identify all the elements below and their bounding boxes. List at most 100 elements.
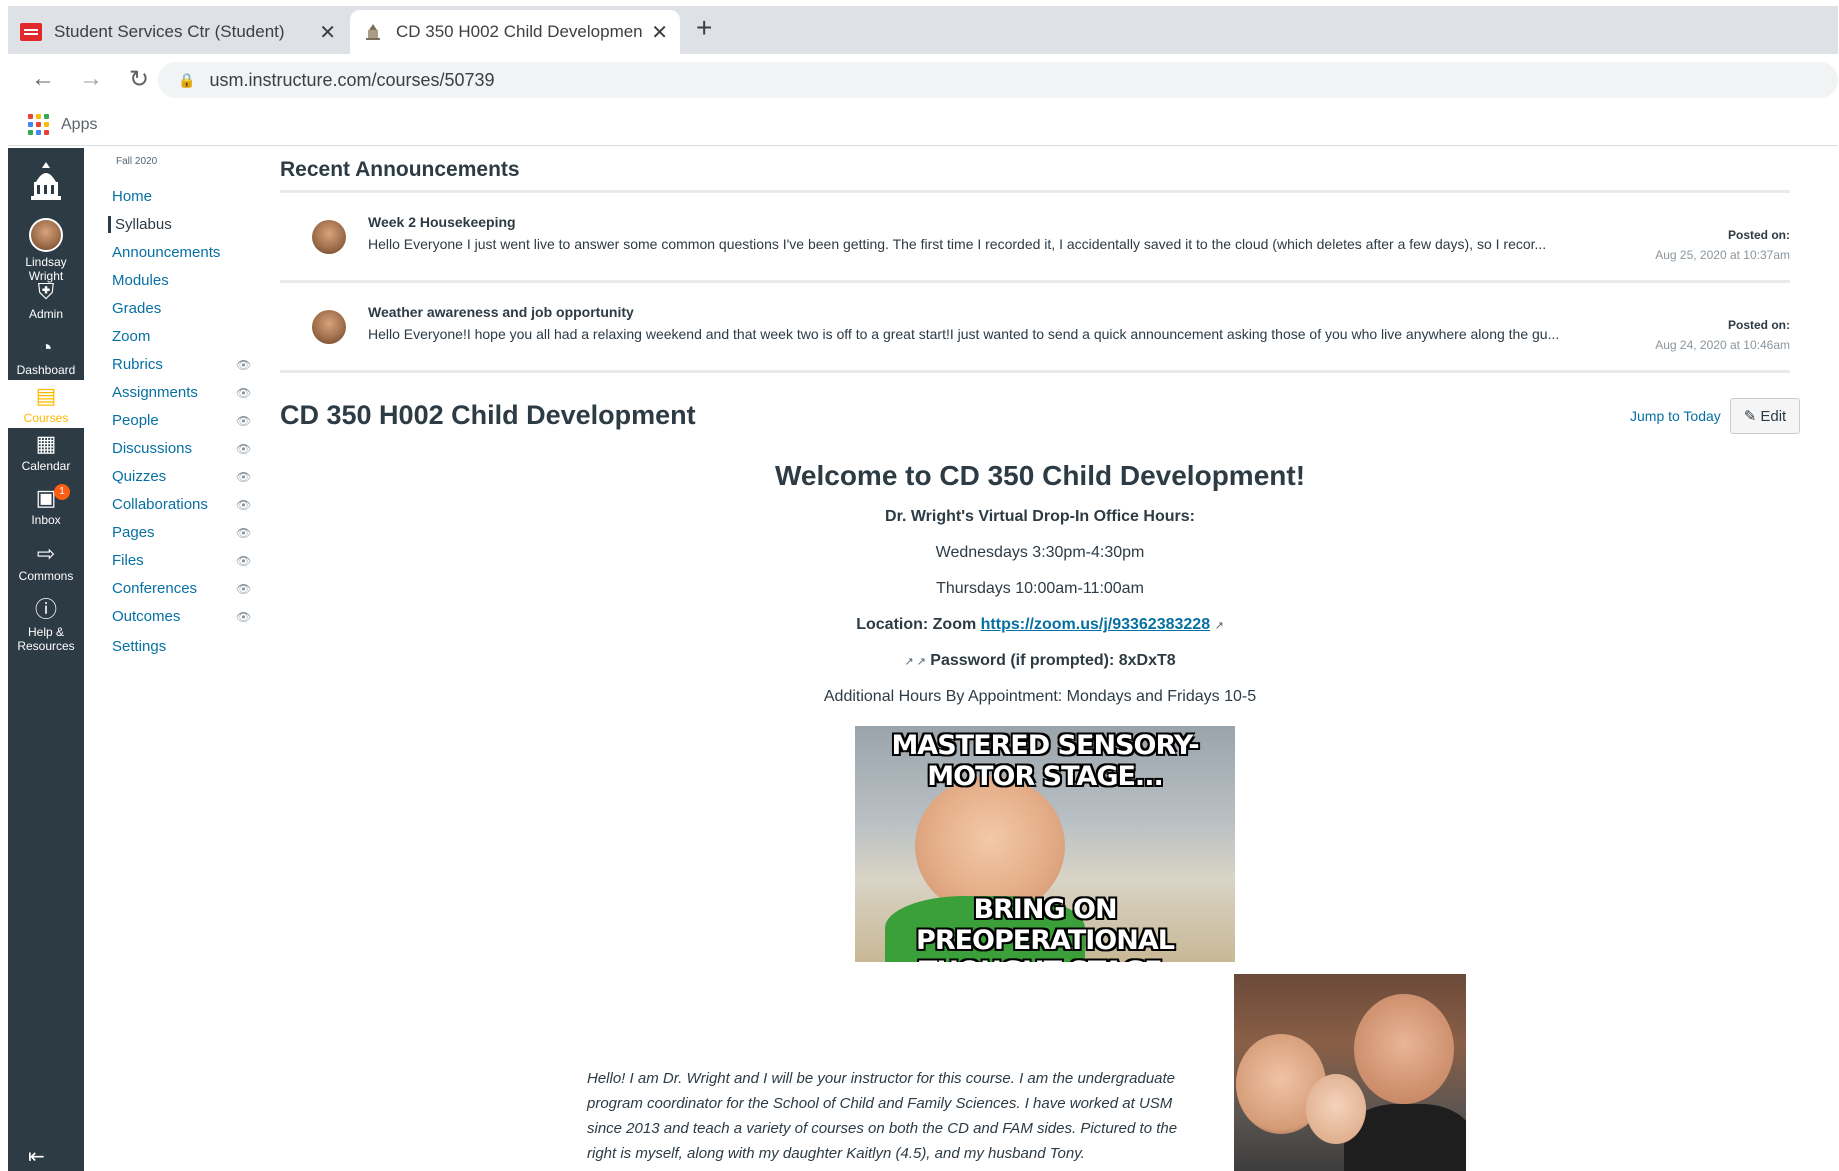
apps-bookmark[interactable]: Apps — [61, 116, 97, 134]
apps-grid-icon[interactable] — [28, 114, 49, 135]
close-tab-icon[interactable]: ✕ — [319, 20, 336, 45]
course-nav-assignments[interactable]: Assignments — [112, 384, 198, 401]
browser-tab-student-services[interactable]: Student Services Ctr (Student) ✕ — [8, 10, 348, 54]
hidden-eye-icon: 👁 — [236, 358, 252, 372]
course-nav-announcements[interactable]: Announcements — [112, 244, 220, 261]
url-text: usm.instructure.com/courses/50739 — [209, 69, 495, 90]
hidden-eye-icon: 👁 — [236, 386, 252, 400]
edit-label: Edit — [1760, 407, 1787, 425]
password-text: Password (if prompted): 8xDxT8 — [930, 652, 1176, 669]
location-label: Location: Zoom — [856, 616, 981, 633]
global-nav-courses[interactable]: ▤ Courses — [8, 380, 84, 428]
tab-title: CD 350 H002 Child Development — [396, 22, 644, 41]
global-navigation: Lindsay Wright ⛨ Admin ◔ Dashboard ▤ Cou… — [8, 148, 84, 1171]
new-tab-plus-icon[interactable]: + — [696, 12, 712, 44]
announcement-item[interactable]: Week 2 Housekeeping Hello Everyone I jus… — [280, 194, 1790, 274]
welcome-heading: Welcome to CD 350 Child Development! — [774, 460, 1306, 491]
global-nav-help[interactable]: ⓘ Help & Resources — [8, 597, 84, 654]
shield-icon: ⛨ — [37, 279, 55, 304]
canvas-building-icon — [362, 23, 384, 41]
inbox-icon: ▣ — [35, 485, 57, 510]
hidden-eye-icon: 👁 — [236, 470, 252, 484]
course-nav-grades[interactable]: Grades — [112, 300, 161, 317]
global-nav-dashboard[interactable]: ◔ Dashboard — [8, 336, 84, 378]
course-nav-zoom[interactable]: Zoom — [112, 328, 150, 345]
family-photo — [1234, 974, 1466, 1171]
jump-to-today-link[interactable]: Jump to Today — [1630, 408, 1721, 424]
posted-date: Aug 24, 2020 at 10:46am — [1655, 338, 1790, 352]
course-nav-discussions[interactable]: Discussions — [112, 440, 192, 457]
posted-label: Posted on: — [1728, 318, 1790, 332]
edit-button[interactable]: ✎ Edit — [1730, 398, 1800, 434]
course-nav-settings[interactable]: Settings — [112, 638, 166, 655]
course-nav-collaborations[interactable]: Collaborations — [112, 496, 208, 513]
browser-toolbar: ← → ↻ 🔒 usm.instructure.com/courses/5073… — [8, 54, 1838, 104]
pencil-icon: ✎ — [1743, 408, 1757, 425]
zoom-password: ↗ ↗ Password (if prompted): 8xDxT8 — [280, 652, 1800, 670]
divider — [280, 280, 1790, 283]
course-nav-modules[interactable]: Modules — [112, 272, 169, 289]
university-logo-icon — [31, 162, 61, 200]
course-nav-conferences[interactable]: Conferences — [112, 580, 197, 597]
recent-announcements-heading: Recent Announcements — [280, 158, 520, 181]
browser-window: Student Services Ctr (Student) ✕ CD 350 … — [8, 6, 1838, 1171]
additional-hours: Additional Hours By Appointment: Mondays… — [823, 688, 1257, 705]
tab-title: Student Services Ctr (Student) — [54, 22, 285, 41]
course-nav-syllabus[interactable]: Syllabus — [108, 216, 172, 233]
hidden-eye-icon: 👁 — [236, 582, 252, 596]
browser-tab-course[interactable]: CD 350 H002 Child Development ✕ — [350, 10, 680, 54]
global-nav-account[interactable]: Lindsay Wright — [8, 218, 84, 283]
dashboard-label: Dashboard — [16, 363, 76, 377]
hidden-eye-icon: 👁 — [236, 498, 252, 512]
global-nav-admin[interactable]: ⛨ Admin — [8, 279, 84, 322]
announcement-item[interactable]: Weather awareness and job opportunity He… — [280, 284, 1790, 364]
term-label: Fall 2020 — [116, 156, 158, 167]
course-nav-files[interactable]: Files — [112, 552, 144, 569]
global-nav-calendar[interactable]: ▦ Calendar — [8, 431, 84, 474]
office-hours-thursday: Thursdays 10:00am-11:00am — [936, 580, 1144, 597]
hidden-eye-icon: 👁 — [236, 526, 252, 540]
zoom-link[interactable]: https://zoom.us/j/93362383228 — [981, 616, 1210, 633]
announcement-preview: Hello Everyone I just went live to answe… — [368, 236, 1547, 252]
university-logo[interactable] — [8, 160, 84, 207]
collapse-nav-icon[interactable]: ⇤ — [28, 1144, 45, 1169]
forward-arrow-icon[interactable]: → — [78, 65, 104, 93]
announcement-title[interactable]: Week 2 Housekeeping — [368, 214, 516, 230]
external-link-icon: ↗ ↗ — [904, 656, 926, 668]
course-nav-people[interactable]: People — [112, 412, 159, 429]
course-nav-rubrics[interactable]: Rubrics — [112, 356, 163, 373]
office-hours-title: Dr. Wright's Virtual Drop-In Office Hour… — [885, 508, 1195, 525]
avatar — [312, 220, 346, 254]
avatar — [312, 310, 346, 344]
admin-label: Admin — [28, 307, 63, 321]
hidden-eye-icon: 👁 — [236, 442, 252, 456]
calendar-icon: ▦ — [35, 431, 57, 456]
global-nav-commons[interactable]: ⇨ Commons — [8, 541, 84, 584]
inbox-label: Inbox — [31, 513, 61, 527]
reload-icon[interactable]: ↻ — [126, 65, 152, 94]
close-tab-icon[interactable]: ✕ — [651, 20, 668, 45]
posted-date: Aug 25, 2020 at 10:37am — [1655, 248, 1790, 262]
meme-bottom-text: BRING ON PREOPERATIONAL THOUGHT STAGE. — [916, 894, 1175, 962]
courses-label: Courses — [23, 411, 69, 425]
address-bar[interactable]: 🔒 usm.instructure.com/courses/50739 — [158, 62, 1838, 98]
hidden-eye-icon: 👁 — [236, 414, 252, 428]
instructor-bio: Hello! I am Dr. Wright and I will be you… — [587, 1070, 1178, 1162]
person — [1354, 994, 1454, 1104]
global-nav-inbox[interactable]: ▣ 1 Inbox — [8, 484, 84, 527]
main-content: Recent Announcements Week 2 Housekeeping… — [280, 148, 1800, 1171]
commons-icon: ⇨ — [36, 541, 56, 566]
back-arrow-icon[interactable]: ← — [30, 65, 56, 93]
announcement-preview: Hello Everyone!I hope you all had a rela… — [368, 326, 1560, 342]
office-hours-wednesday: Wednesdays 3:30pm-4:30pm — [935, 544, 1145, 561]
course-nav-home[interactable]: Home — [112, 188, 152, 205]
commons-label: Commons — [18, 569, 74, 583]
course-title: CD 350 H002 Child Development — [280, 400, 696, 430]
help-icon: ⓘ — [34, 597, 57, 622]
help-label: Help & Resources — [17, 625, 75, 653]
course-nav-quizzes[interactable]: Quizzes — [112, 468, 166, 485]
course-nav-outcomes[interactable]: Outcomes — [112, 608, 180, 625]
course-nav-pages[interactable]: Pages — [112, 524, 155, 541]
announcement-title[interactable]: Weather awareness and job opportunity — [368, 304, 634, 320]
unread-badge: 1 — [54, 484, 70, 500]
